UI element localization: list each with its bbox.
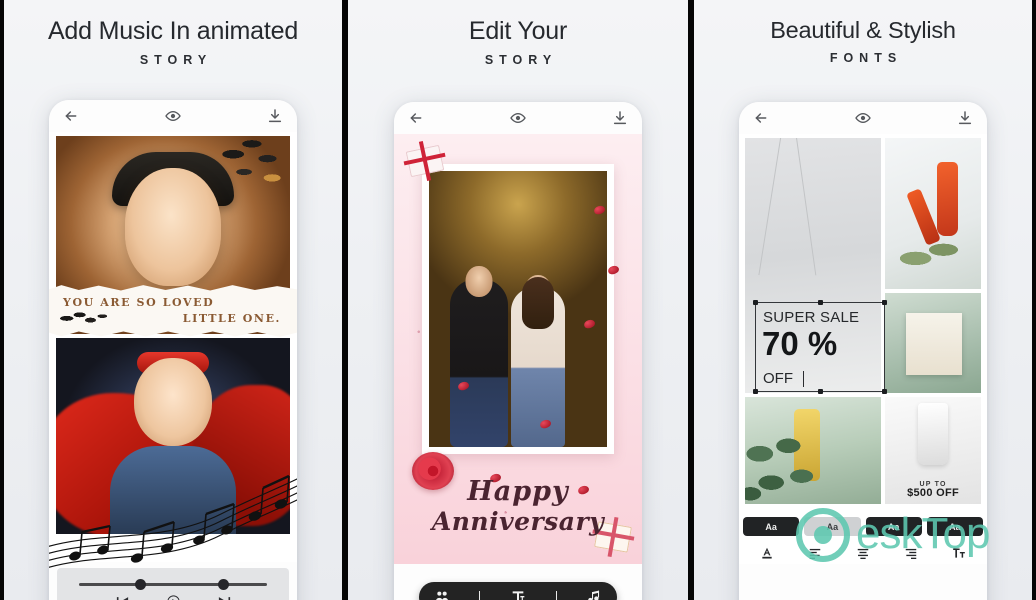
sprig-decoration-icon [57,310,111,332]
align-right-icon[interactable] [904,546,918,560]
app-topbar-2 [394,102,642,134]
resize-handle-top-middle[interactable] [817,300,823,305]
phone-mockup-3: UP TO $500 OFF SUPER SALE 70 % OFF Aa Aa… [739,102,987,600]
back-arrow-icon[interactable] [63,108,79,124]
person-left-body [449,279,508,447]
panel-3-subtitle: FONTS [829,50,903,65]
baby-face-bottom [134,357,212,446]
align-left-icon[interactable] [808,546,822,560]
collage-cell-bottle[interactable] [745,396,882,504]
text-caret [803,371,804,387]
next-track-icon[interactable] [217,594,232,600]
player-controls [57,594,289,600]
sticker-tool-icon[interactable] [434,589,450,600]
preview-eye-icon[interactable] [165,108,181,124]
music-tool-icon[interactable] [586,589,602,600]
product-tube-white [918,403,949,466]
collage-cell-tubes[interactable] [885,138,981,290]
back-arrow-icon[interactable] [753,110,769,126]
panel-1-header: Add Music In animated STORY [4,0,342,67]
font-chooser-bar[interactable]: Aa Aa Aa Aa [743,517,983,536]
align-center-icon[interactable] [856,546,870,560]
resize-handle-bottom-right[interactable] [882,389,887,394]
font-chip-2[interactable]: Aa [804,517,861,536]
text-format-bar[interactable] [743,546,983,560]
story-text-banner[interactable]: YOU ARE SO LOVED LITTLE ONE. [49,285,297,337]
font-chip-3[interactable]: Aa [865,517,922,536]
story-canvas-2[interactable]: Happy Anniversary [394,134,642,564]
promo-price-label: $500 OFF [907,487,960,499]
previous-track-icon[interactable] [115,594,130,600]
back-arrow-icon[interactable] [408,110,424,126]
preview-eye-icon[interactable] [855,110,871,126]
app-topbar-1 [49,100,297,132]
greeting-line-1: Happy [467,476,569,507]
download-icon[interactable] [267,108,283,124]
font-size-icon[interactable] [952,546,966,560]
story-overlay-line-1: YOU ARE SO LOVED [63,296,215,309]
music-trim-player[interactable] [57,568,289,600]
phone-mockup-2: Happy Anniversary [394,102,642,600]
story-overlay-line-2: LITTLE ONE. [182,312,281,325]
resize-handle-bottom-left[interactable] [753,389,758,394]
story-canvas-3[interactable]: UP TO $500 OFF SUPER SALE 70 % OFF Aa Aa… [739,134,987,564]
product-card [906,313,962,375]
anniversary-text[interactable]: Happy Anniversary [394,478,642,536]
trim-end-handle[interactable] [218,579,230,590]
play-icon[interactable] [166,594,181,600]
collage-cell-promo[interactable]: UP TO $500 OFF [885,396,981,504]
sale-text-line-3: OFF [763,370,793,387]
download-icon[interactable] [957,110,973,126]
panel-3-header: Beautiful & Stylish FONTS [694,0,1032,65]
font-chip-1[interactable]: Aa [743,517,800,536]
couple-photo [429,171,607,447]
panel-1-subtitle: STORY [139,52,213,67]
text-color-icon[interactable] [760,546,774,560]
trim-track[interactable] [79,579,267,590]
font-chip-4[interactable]: Aa [926,517,983,536]
editor-toolbar[interactable] [419,582,617,600]
resize-handle-top-right[interactable] [882,300,887,305]
story-photo-bottom [56,338,290,534]
panel-1-title: Add Music In animated [47,17,299,45]
toolbar-divider [479,590,481,600]
text-tool-icon[interactable] [510,589,526,600]
resize-handle-top-left[interactable] [753,300,758,305]
preview-eye-icon[interactable] [510,110,526,126]
panel-2-subtitle: STORY [484,52,558,67]
story-canvas-1[interactable]: YOU ARE SO LOVED LITTLE ONE. [49,132,297,568]
panel-edit-story: Edit Your STORY Happy Anniversary [345,0,691,600]
collage-cell-card[interactable] [885,293,981,393]
person-right-hair [521,277,554,329]
screenshot-gallery: Add Music In animated STORY YOU ARE SO L… [0,0,1036,600]
selected-text-box[interactable]: SUPER SALE 70 % OFF [753,300,887,394]
sale-text-line-2: 70 % [762,325,838,362]
resize-handle-bottom-middle[interactable] [817,389,823,394]
leaf-bits [890,225,974,281]
toolbar-divider [555,590,557,600]
photo-frame[interactable] [422,164,614,454]
trim-start-handle[interactable] [135,579,147,590]
app-topbar-3 [739,102,987,134]
panel-3-title: Beautiful & Stylish [770,17,956,43]
sale-text-line-1: SUPER SALE [763,309,860,326]
panel-add-music: Add Music In animated STORY YOU ARE SO L… [0,0,345,600]
panel-fonts: Beautiful & Stylish FONTS UP TO $500 OFF… [691,0,1036,600]
baby-face-top [125,167,221,286]
download-icon[interactable] [612,110,628,126]
baby-body-bottom [110,445,236,534]
greeting-line-2: Anniversary [431,507,605,536]
phone-mockup-1: YOU ARE SO LOVED LITTLE ONE. [49,100,297,600]
person-left-head [465,266,493,297]
panel-2-header: Edit Your STORY [348,0,688,67]
panel-2-title: Edit Your [468,17,568,45]
foliage-decoration [745,433,833,504]
